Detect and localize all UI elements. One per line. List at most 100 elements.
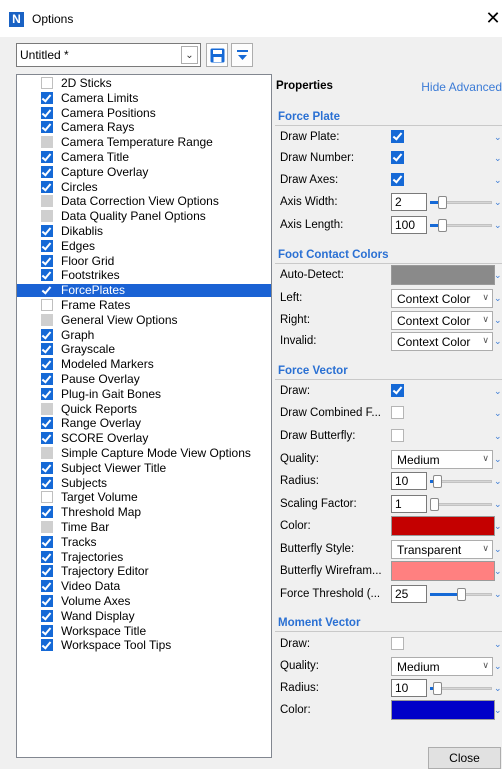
scaling-factor-slider[interactable]: [430, 495, 492, 513]
list-item[interactable]: Trajectory Editor: [17, 564, 271, 578]
option-checkbox[interactable]: [41, 358, 53, 371]
option-checkbox[interactable]: [41, 284, 53, 296]
list-item[interactable]: 2D Sticks: [17, 76, 271, 90]
list-item[interactable]: Time Bar: [17, 520, 271, 534]
option-checkbox[interactable]: [41, 550, 53, 563]
chevron-down-icon[interactable]: ⌄: [494, 218, 502, 232]
list-item[interactable]: Edges: [17, 239, 271, 253]
fv-draw-checkbox[interactable]: [391, 384, 404, 397]
option-checkbox[interactable]: [41, 432, 53, 445]
option-checkbox[interactable]: [41, 387, 53, 400]
chevron-down-icon[interactable]: ⌄: [494, 681, 502, 695]
chevron-down-icon[interactable]: ⌄: [494, 130, 502, 144]
chevron-down-icon[interactable]: ⌄: [494, 519, 502, 533]
list-item[interactable]: Circles: [17, 180, 271, 194]
option-checkbox[interactable]: [41, 239, 53, 252]
list-item[interactable]: Capture Overlay: [17, 165, 271, 179]
list-item[interactable]: Subject Viewer Title: [17, 461, 271, 475]
option-checkbox[interactable]: [41, 165, 53, 178]
chevron-down-icon[interactable]: ⌄: [494, 173, 502, 187]
section-force-plate[interactable]: Force Plate: [275, 109, 502, 126]
option-checkbox[interactable]: [41, 254, 53, 267]
slider-thumb[interactable]: [430, 498, 439, 511]
option-checkbox[interactable]: [41, 77, 53, 89]
list-item[interactable]: Subjects: [17, 476, 271, 490]
option-checkbox[interactable]: [41, 565, 53, 578]
draw-plate-checkbox[interactable]: [391, 130, 404, 143]
option-checkbox[interactable]: [41, 210, 53, 223]
draw-axes-checkbox[interactable]: [391, 173, 404, 186]
chevron-down-icon[interactable]: ⌄: [181, 46, 198, 64]
option-checkbox[interactable]: [41, 121, 53, 134]
list-item[interactable]: Volume Axes: [17, 594, 271, 608]
chevron-down-icon[interactable]: ⌄: [494, 587, 502, 601]
option-checkbox[interactable]: [41, 313, 53, 326]
chevron-down-icon[interactable]: ⌄: [494, 291, 502, 305]
list-item[interactable]: Range Overlay: [17, 416, 271, 430]
chevron-down-icon[interactable]: ⌄: [494, 637, 502, 651]
chevron-down-icon[interactable]: ⌄: [494, 659, 502, 673]
butterfly-wireframe-swatch[interactable]: [391, 561, 495, 581]
list-item[interactable]: Footstrikes: [17, 268, 271, 282]
option-checkbox[interactable]: [41, 402, 53, 415]
option-checkbox[interactable]: [41, 506, 53, 519]
save-button[interactable]: [206, 43, 228, 67]
list-item[interactable]: Data Quality Panel Options: [17, 209, 271, 223]
draw-butterfly-checkbox[interactable]: [391, 429, 404, 442]
close-icon[interactable]: ✕: [484, 7, 502, 31]
list-item[interactable]: General View Options: [17, 313, 271, 327]
list-item[interactable]: Trajectories: [17, 550, 271, 564]
mv-color-swatch[interactable]: [391, 700, 495, 720]
list-item[interactable]: Plug-in Gait Bones: [17, 387, 271, 401]
chevron-down-icon[interactable]: ⌄: [494, 334, 502, 348]
list-item[interactable]: Camera Limits: [17, 91, 271, 105]
fv-radius-slider[interactable]: [430, 472, 492, 490]
slider-thumb[interactable]: [438, 219, 447, 232]
hide-advanced-link[interactable]: Hide Advanced: [421, 80, 502, 94]
mv-radius-slider[interactable]: [430, 679, 492, 697]
butterfly-style-select[interactable]: Transparent ∨: [391, 540, 493, 559]
option-checkbox[interactable]: [41, 91, 53, 104]
option-checkbox[interactable]: [41, 106, 53, 119]
list-item[interactable]: Camera Positions: [17, 106, 271, 120]
list-item[interactable]: Workspace Title: [17, 624, 271, 638]
list-item[interactable]: Threshold Map: [17, 505, 271, 519]
option-checkbox[interactable]: [41, 461, 53, 474]
option-checkbox[interactable]: [41, 521, 53, 533]
chevron-down-icon[interactable]: ⌄: [494, 268, 502, 282]
chevron-down-icon[interactable]: ⌄: [494, 195, 502, 209]
slider-thumb[interactable]: [433, 475, 442, 488]
preset-combo[interactable]: Untitled * ⌄: [16, 43, 201, 67]
option-checkbox[interactable]: [41, 343, 53, 356]
option-checkbox[interactable]: [41, 491, 53, 504]
section-foot-contact-colors[interactable]: Foot Contact Colors: [275, 247, 502, 264]
option-checkbox[interactable]: [41, 180, 53, 193]
chevron-down-icon[interactable]: ⌄: [494, 542, 502, 556]
option-checkbox[interactable]: [41, 595, 53, 607]
option-checkbox[interactable]: [41, 225, 53, 237]
mv-quality-select[interactable]: Medium ∨: [391, 657, 493, 676]
invalid-color-select[interactable]: Context Color ∨: [391, 332, 493, 351]
list-item[interactable]: Wand Display: [17, 609, 271, 623]
auto-detect-color-swatch[interactable]: [391, 265, 495, 285]
draw-number-checkbox[interactable]: [391, 151, 404, 164]
option-checkbox[interactable]: [41, 151, 53, 163]
list-item[interactable]: Camera Temperature Range: [17, 135, 271, 149]
draw-combined-checkbox[interactable]: [391, 406, 404, 419]
section-force-vector[interactable]: Force Vector: [275, 363, 502, 380]
option-checkbox[interactable]: [41, 476, 53, 489]
option-checkbox[interactable]: [41, 299, 53, 311]
slider-thumb[interactable]: [438, 196, 447, 209]
option-checkbox[interactable]: [41, 624, 53, 637]
option-checkbox[interactable]: [41, 417, 53, 430]
list-item[interactable]: Simple Capture Mode View Options: [17, 446, 271, 460]
list-item[interactable]: Graph: [17, 328, 271, 342]
list-item[interactable]: Floor Grid: [17, 254, 271, 268]
list-item[interactable]: Grayscale: [17, 342, 271, 356]
option-checkbox[interactable]: [41, 447, 53, 459]
list-item[interactable]: Camera Title: [17, 150, 271, 164]
list-item[interactable]: Dikablis: [17, 224, 271, 238]
mv-draw-checkbox[interactable]: [391, 637, 404, 650]
axis-length-input[interactable]: 100: [391, 216, 427, 234]
list-item[interactable]: Target Volume: [17, 490, 271, 504]
